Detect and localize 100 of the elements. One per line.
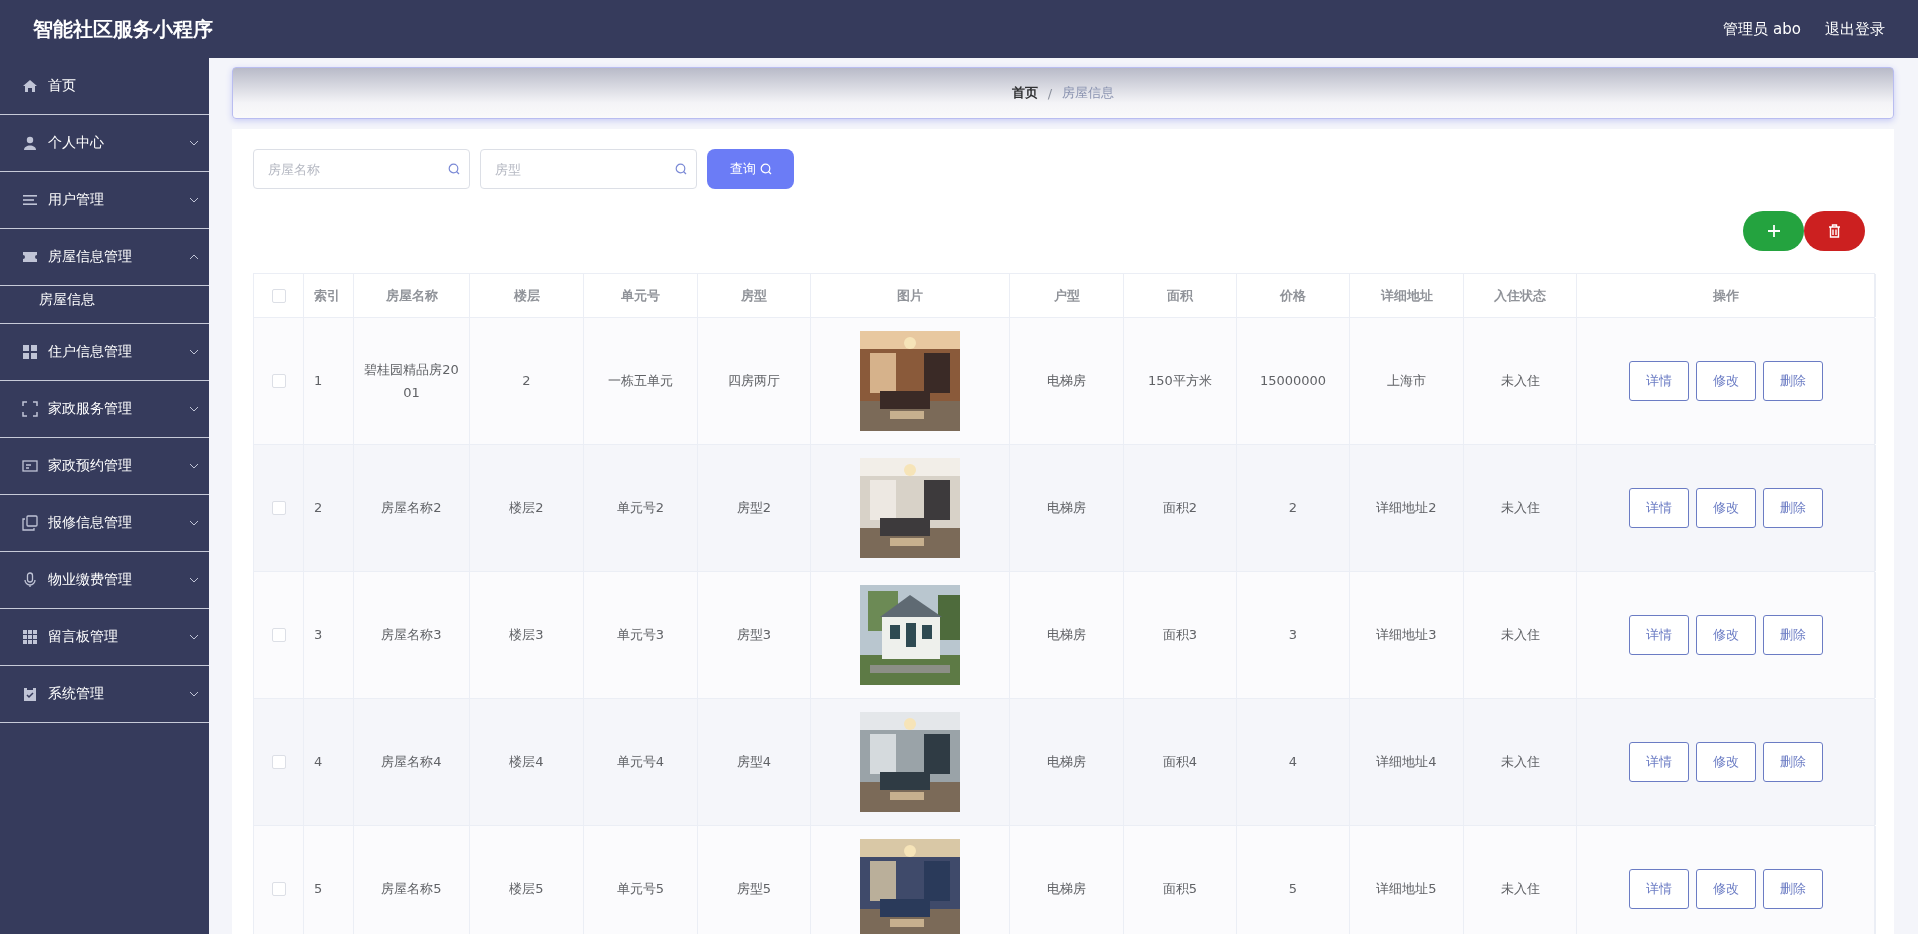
checkbox[interactable]: [271, 628, 286, 642]
column-header: 图片: [897, 286, 923, 305]
table-cell-text: 未入住: [1500, 626, 1540, 645]
admin-user: 管理员 abo: [1723, 19, 1801, 39]
sidebar-item[interactable]: 住户信息管理: [0, 324, 209, 381]
logout-link[interactable]: 退出登录: [1825, 19, 1885, 39]
grid-icon: [22, 629, 38, 645]
action-button[interactable]: 修改: [1696, 615, 1756, 655]
sidebar-subitem[interactable]: 房屋信息: [0, 276, 209, 324]
action-button[interactable]: 删除: [1763, 869, 1823, 909]
home-icon: [22, 78, 38, 94]
card-icon: [22, 458, 38, 474]
table-cell-text: 未入住: [1500, 499, 1540, 518]
action-button[interactable]: 修改: [1696, 869, 1756, 909]
sidebar-item[interactable]: 个人中心: [0, 115, 209, 172]
table-cell-text: 详细地址4: [1376, 753, 1437, 772]
table-cell-text: 150平方米: [1148, 372, 1212, 391]
table-cell-text: 楼层2: [509, 499, 544, 518]
column-header: 房型: [741, 286, 767, 305]
search-icon: [759, 163, 772, 175]
column-header: 户型: [1053, 286, 1080, 305]
action-button[interactable]: 修改: [1696, 361, 1756, 401]
sidebar-item[interactable]: 物业缴费管理: [0, 552, 209, 609]
checkbox[interactable]: [271, 755, 286, 769]
table-cell-text: 电梯房: [1047, 880, 1086, 899]
table-cell-text: 房型2: [736, 499, 772, 518]
search-field[interactable]: 房型: [480, 149, 697, 189]
column-header: 面积: [1167, 286, 1193, 305]
table-cell-text: 单元号5: [616, 880, 665, 899]
checkbox[interactable]: [271, 288, 286, 303]
checkbox[interactable]: [271, 501, 286, 515]
table-cell-text: 上海市: [1387, 372, 1426, 391]
checkbox[interactable]: [271, 882, 286, 896]
checkbox[interactable]: [271, 374, 286, 388]
table-cell-text: 未入住: [1500, 753, 1540, 772]
table-cell-text: 面积4: [1162, 753, 1198, 772]
plus-icon: [1766, 224, 1781, 238]
action-button[interactable]: 详情: [1629, 869, 1689, 909]
delete-button[interactable]: [1804, 211, 1865, 251]
table-cell-text: 详细地址2: [1376, 499, 1437, 518]
action-button[interactable]: 详情: [1629, 742, 1689, 782]
table-cell-text: 1: [314, 372, 323, 391]
action-button[interactable]: 详情: [1629, 615, 1689, 655]
table-cell-text: 2: [1288, 499, 1298, 518]
user-icon: [22, 135, 38, 151]
table-cell-text: 楼层3: [509, 626, 544, 645]
table-cell-text: 4: [1288, 753, 1298, 772]
chevron-icon: [189, 254, 199, 260]
sidebar-item[interactable]: 家政服务管理: [0, 381, 209, 438]
chevron-icon: [189, 140, 199, 146]
column-header: 索引: [314, 286, 340, 305]
table-cell-text: 电梯房: [1047, 753, 1086, 772]
table-cell-text: 15000000: [1259, 372, 1327, 391]
column-header: 操作: [1713, 286, 1739, 305]
action-button[interactable]: 删除: [1763, 361, 1823, 401]
table-cell-text: 面积2: [1162, 499, 1198, 518]
table-cell-text: 房型3: [736, 626, 772, 645]
action-button[interactable]: 修改: [1696, 742, 1756, 782]
table-cell-text: 2: [522, 372, 531, 391]
table-cell-text: 详细地址3: [1376, 626, 1437, 645]
chevron-icon: [189, 463, 199, 469]
table-cell-text: 单元号2: [616, 499, 665, 518]
action-button[interactable]: 删除: [1763, 488, 1823, 528]
chevron-icon: [189, 691, 199, 697]
table-cell-text: 电梯房: [1047, 499, 1086, 518]
search-icon: [675, 163, 687, 175]
action-button[interactable]: 删除: [1763, 742, 1823, 782]
column-header: 房屋名称: [385, 286, 438, 305]
search-icon: [448, 163, 460, 175]
query-button[interactable]: 查询: [707, 149, 794, 189]
table-cell-text: 楼层5: [509, 880, 544, 899]
breadcrumb-item[interactable]: 首页: [1011, 84, 1038, 102]
trash-icon: [1828, 224, 1841, 238]
chevron-icon: [189, 349, 199, 355]
table-cell-text: 未入住: [1500, 372, 1540, 391]
table-cell-text: 未入住: [1500, 880, 1540, 899]
sidebar-item[interactable]: 报修信息管理: [0, 495, 209, 552]
add-button[interactable]: [1743, 211, 1804, 251]
scan-icon: [22, 401, 38, 417]
sidebar-item[interactable]: 系统管理: [0, 666, 209, 723]
sidebar-item[interactable]: 留言板管理: [0, 609, 209, 666]
chevron-icon: [189, 197, 199, 203]
table-cell-text: 房屋名称5: [381, 880, 442, 899]
sidebar-item[interactable]: 房屋信息管理: [0, 229, 209, 286]
breadcrumb-item[interactable]: 房屋信息: [1062, 84, 1115, 102]
grid-icon: [22, 344, 38, 360]
action-button[interactable]: 详情: [1629, 361, 1689, 401]
table-cell-text: 楼层4: [509, 753, 544, 772]
sidebar-item[interactable]: 家政预约管理: [0, 438, 209, 495]
search-field[interactable]: 房屋名称: [253, 149, 470, 189]
action-button[interactable]: 删除: [1763, 615, 1823, 655]
chevron-icon: [189, 406, 199, 412]
action-button[interactable]: 修改: [1696, 488, 1756, 528]
table-cell-text: 3: [1288, 626, 1298, 645]
table-cell-text: 电梯房: [1047, 626, 1086, 645]
table-cell-text: 碧桂园精品房2001: [363, 360, 460, 402]
sidebar-item[interactable]: 用户管理: [0, 172, 209, 229]
action-button[interactable]: 详情: [1629, 488, 1689, 528]
sidebar-item[interactable]: 首页: [0, 58, 209, 115]
table-cell-text: 一栋五单元: [608, 372, 673, 391]
